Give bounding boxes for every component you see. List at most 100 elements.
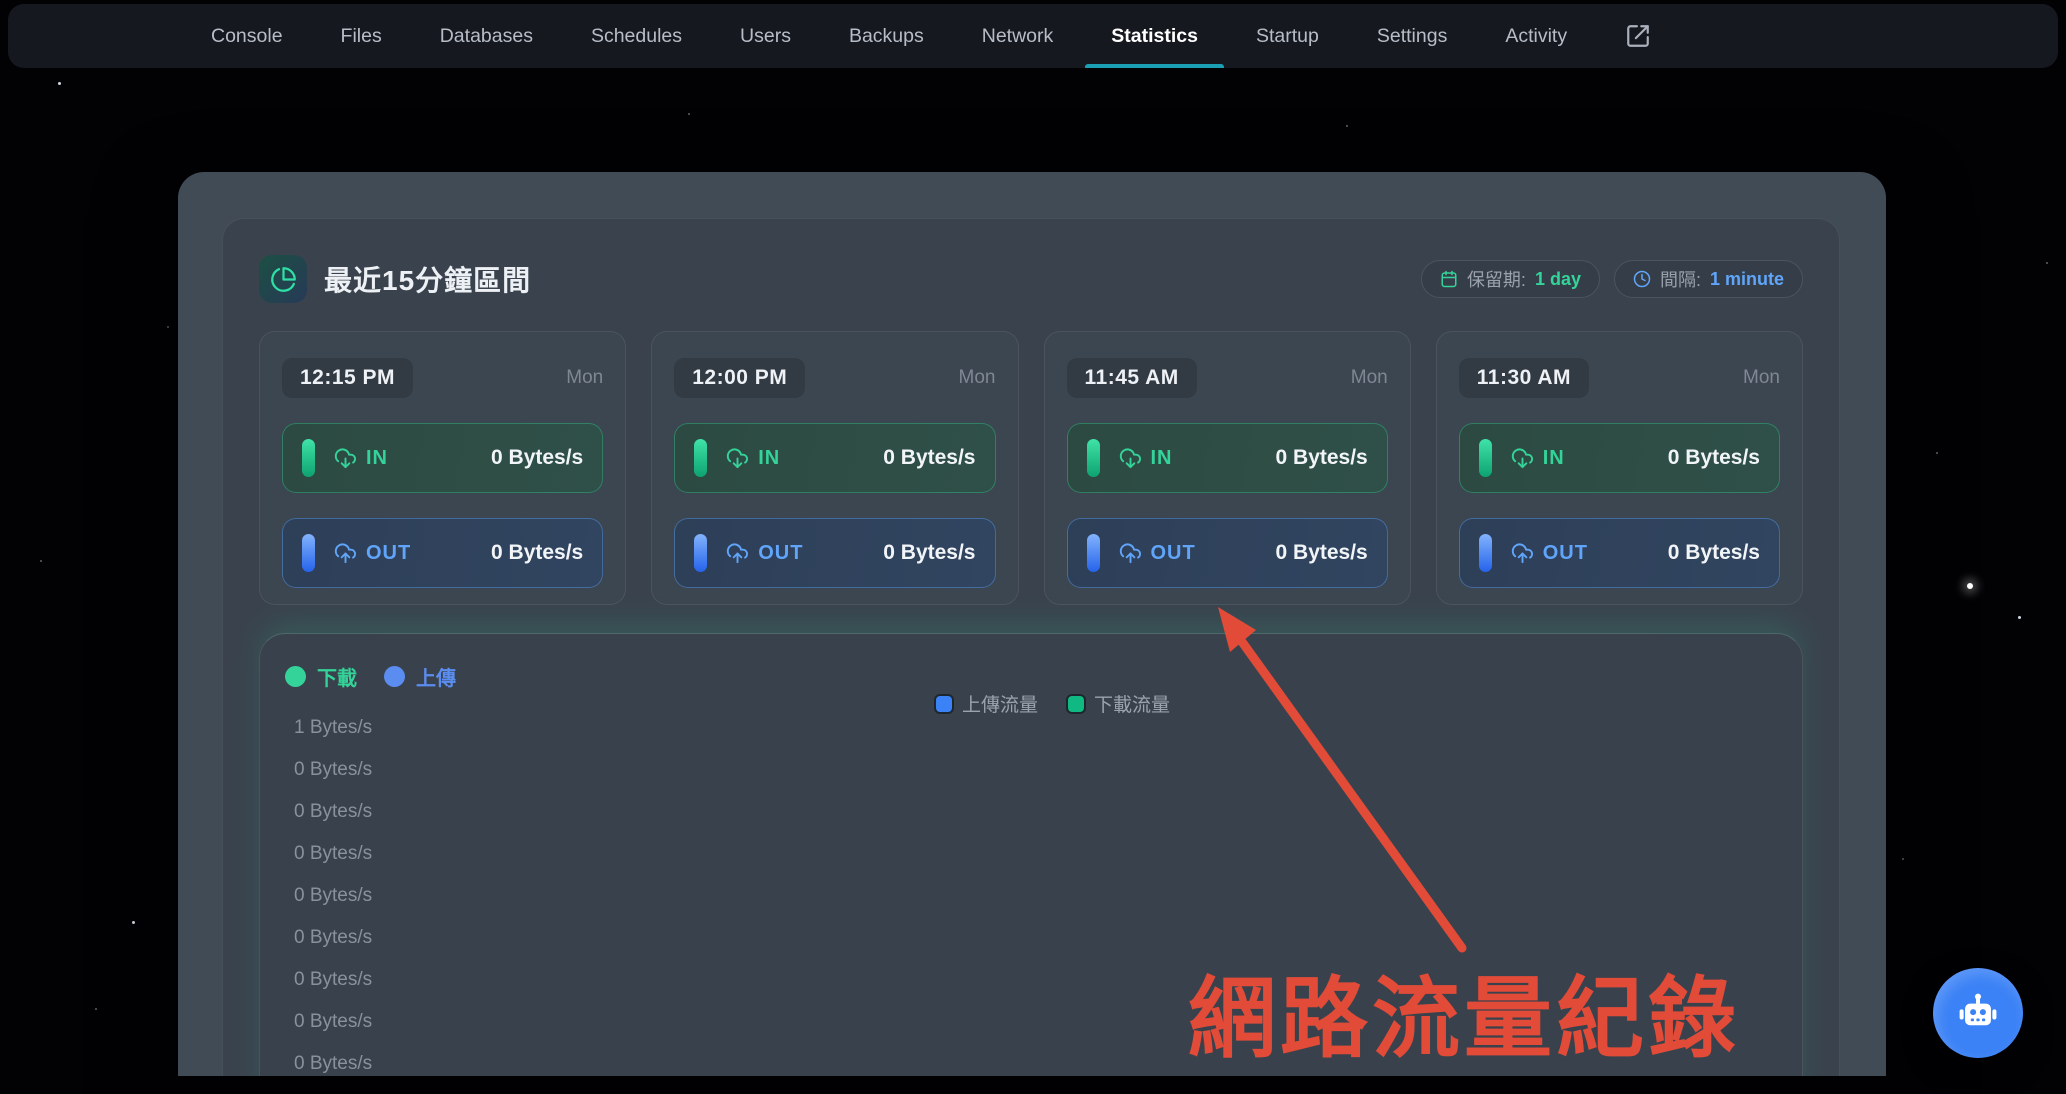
outbound-row: OUT 0 Bytes/s bbox=[674, 518, 995, 588]
y-tick: 0 Bytes/s bbox=[294, 928, 1778, 948]
in-label: IN bbox=[758, 447, 780, 470]
star bbox=[167, 326, 169, 328]
tab-label: Users bbox=[740, 25, 791, 48]
time-card-1130am: 11:30 AM Mon IN 0 Bytes/s bbox=[1436, 331, 1803, 605]
star bbox=[132, 921, 135, 924]
out-bar bbox=[1087, 534, 1100, 572]
out-value: 0 Bytes/s bbox=[1668, 541, 1760, 565]
tab-console[interactable]: Console bbox=[211, 4, 283, 68]
external-link-icon[interactable] bbox=[1625, 23, 1651, 49]
in-label: IN bbox=[1543, 447, 1565, 470]
calendar-icon bbox=[1440, 270, 1458, 288]
cloud-download-icon bbox=[726, 447, 749, 470]
download-swatch-icon bbox=[1068, 696, 1084, 712]
y-tick: 0 Bytes/s bbox=[294, 844, 1778, 864]
interval-badge: 間隔: 1 minute bbox=[1614, 260, 1803, 298]
card-header: 最近15分鐘區間 保留期: 1 day 間隔: 1 mi bbox=[259, 255, 1803, 303]
legend-upload-traffic[interactable]: 上傳流量 bbox=[936, 690, 1038, 717]
in-bar bbox=[1479, 439, 1492, 477]
outbound-row: OUT 0 Bytes/s bbox=[282, 518, 603, 588]
inbound-row: IN 0 Bytes/s bbox=[1459, 423, 1780, 493]
time-card-1145am: 11:45 AM Mon IN 0 Bytes/s bbox=[1044, 331, 1411, 605]
top-navbar: Console Files Databases Schedules Users … bbox=[8, 4, 2058, 68]
in-value: 0 Bytes/s bbox=[883, 446, 975, 470]
tab-files[interactable]: Files bbox=[341, 4, 382, 68]
legend-download-traffic[interactable]: 下載流量 bbox=[1068, 690, 1170, 717]
in-label: IN bbox=[366, 447, 388, 470]
star bbox=[1967, 583, 1973, 589]
tab-activity[interactable]: Activity bbox=[1505, 4, 1567, 68]
cloud-upload-icon bbox=[1511, 542, 1534, 565]
tab-schedules[interactable]: Schedules bbox=[591, 4, 682, 68]
tab-statistics[interactable]: Statistics bbox=[1111, 4, 1198, 68]
time-cards-row: 12:15 PM Mon IN 0 Bytes/s bbox=[259, 331, 1803, 605]
time-card-1200pm: 12:00 PM Mon IN 0 Bytes/s bbox=[651, 331, 1018, 605]
tab-network[interactable]: Network bbox=[982, 4, 1054, 68]
tab-label: Startup bbox=[1256, 25, 1319, 48]
in-bar bbox=[694, 439, 707, 477]
star bbox=[2018, 616, 2021, 619]
out-bar bbox=[1479, 534, 1492, 572]
assistant-fab-button[interactable] bbox=[1933, 968, 2023, 1058]
tab-startup[interactable]: Startup bbox=[1256, 4, 1319, 68]
download-dot-icon bbox=[285, 666, 306, 687]
in-bar bbox=[302, 439, 315, 477]
out-value: 0 Bytes/s bbox=[1276, 541, 1368, 565]
in-label: IN bbox=[1151, 447, 1173, 470]
tab-label: Databases bbox=[440, 25, 533, 48]
tab-backups[interactable]: Backups bbox=[849, 4, 924, 68]
out-value: 0 Bytes/s bbox=[491, 541, 583, 565]
tab-databases[interactable]: Databases bbox=[440, 4, 533, 68]
star bbox=[1902, 858, 1904, 860]
tab-label: Files bbox=[341, 25, 382, 48]
out-bar bbox=[302, 534, 315, 572]
time-chip: 11:45 AM bbox=[1067, 358, 1197, 398]
in-bar bbox=[1087, 439, 1100, 477]
tab-label: Statistics bbox=[1111, 25, 1198, 48]
header-badges: 保留期: 1 day 間隔: 1 minute bbox=[1421, 260, 1803, 298]
upload-dot-icon bbox=[384, 666, 405, 687]
time-chip: 12:15 PM bbox=[282, 358, 413, 398]
cloud-download-icon bbox=[1119, 447, 1142, 470]
tab-label: Network bbox=[982, 25, 1054, 48]
tab-label: Activity bbox=[1505, 25, 1567, 48]
download-label: 下載 bbox=[317, 662, 357, 691]
upload-label: 上傳 bbox=[416, 662, 456, 691]
star bbox=[1936, 452, 1938, 454]
star bbox=[688, 113, 690, 115]
out-label: OUT bbox=[758, 542, 803, 565]
upload-traffic-label: 上傳流量 bbox=[962, 690, 1038, 717]
download-traffic-label: 下載流量 bbox=[1094, 690, 1170, 717]
inbound-row: IN 0 Bytes/s bbox=[282, 423, 603, 493]
tab-label: Backups bbox=[849, 25, 924, 48]
interval-value: 1 minute bbox=[1710, 269, 1784, 290]
tab-users[interactable]: Users bbox=[740, 4, 791, 68]
legend-upload: 上傳 bbox=[384, 662, 456, 691]
in-value: 0 Bytes/s bbox=[491, 446, 583, 470]
screen: Console Files Databases Schedules Users … bbox=[0, 0, 2066, 1094]
robot-icon bbox=[1955, 990, 2001, 1036]
cloud-upload-icon bbox=[334, 542, 357, 565]
tab-label: Settings bbox=[1377, 25, 1447, 48]
clock-icon bbox=[1633, 270, 1651, 288]
cloud-upload-icon bbox=[1119, 542, 1142, 565]
y-tick: 1 Bytes/s bbox=[294, 718, 1778, 738]
star bbox=[2046, 262, 2048, 264]
pie-chart-icon bbox=[259, 255, 307, 303]
retention-badge: 保留期: 1 day bbox=[1421, 260, 1600, 298]
outbound-row: OUT 0 Bytes/s bbox=[1067, 518, 1388, 588]
star bbox=[1346, 125, 1348, 127]
in-value: 0 Bytes/s bbox=[1276, 446, 1368, 470]
upload-swatch-icon bbox=[936, 696, 952, 712]
chart-legend-primary: 下載 上傳 bbox=[284, 662, 1778, 691]
chart-canvas-legend: 上傳流量 下載流量 bbox=[304, 690, 1802, 717]
time-chip: 12:00 PM bbox=[674, 358, 805, 398]
cloud-download-icon bbox=[334, 447, 357, 470]
annotation-text: 網路流量紀錄 bbox=[1188, 948, 1740, 1075]
tab-label: Schedules bbox=[591, 25, 682, 48]
retention-value: 1 day bbox=[1535, 269, 1581, 290]
tab-settings[interactable]: Settings bbox=[1377, 4, 1447, 68]
inbound-row: IN 0 Bytes/s bbox=[1067, 423, 1388, 493]
time-chip: 11:30 AM bbox=[1459, 358, 1589, 398]
interval-label: 間隔: bbox=[1660, 266, 1701, 292]
